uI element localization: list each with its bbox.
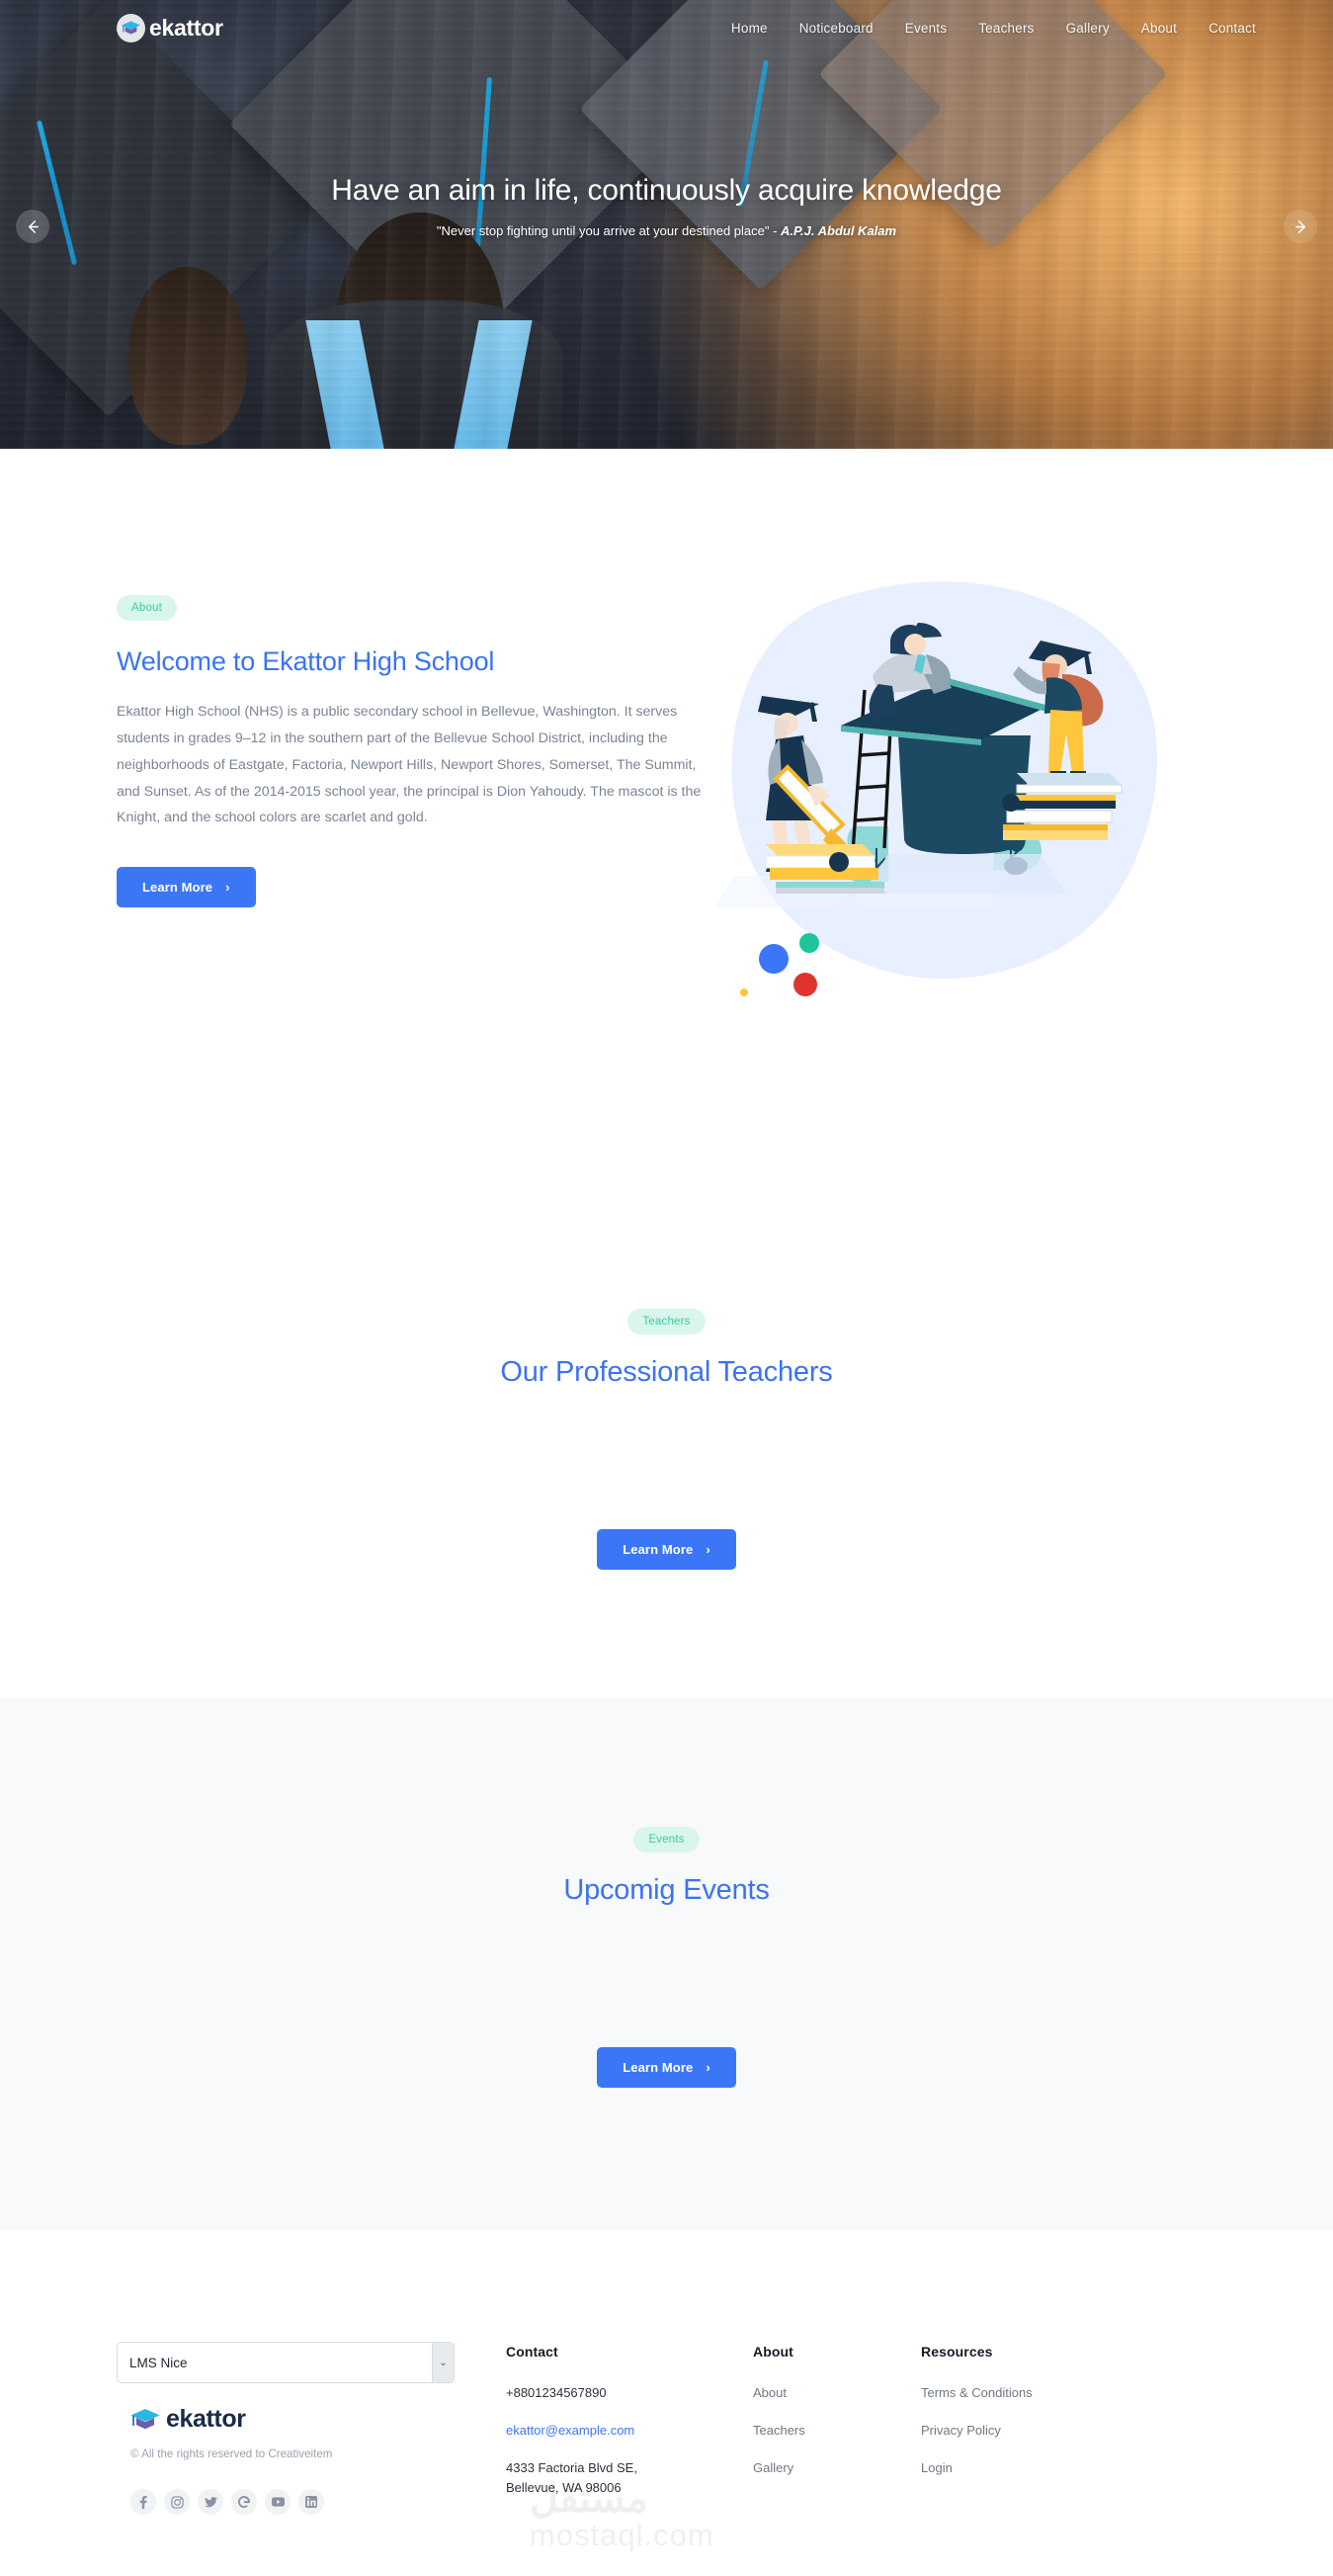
footer-copyright: © All the rights reserved to Creativeite… (130, 2447, 333, 2460)
instagram-icon[interactable] (164, 2489, 190, 2515)
linkedin-icon[interactable] (298, 2489, 324, 2515)
watermark-latin: mostaql.com (530, 2518, 714, 2552)
chevron-right-icon: › (706, 2060, 710, 2075)
events-button-wrap: Learn More › (0, 2012, 1333, 2088)
teachers-learn-more-button[interactable]: Learn More › (597, 1529, 736, 1570)
main-navigation: ekattor Home Noticeboard Events Teachers… (0, 0, 1333, 43)
graduation-cap-icon (117, 14, 145, 43)
about-learn-more-label: Learn More (142, 880, 213, 896)
hero-quote-text: "Never stop fighting until you arrive at… (436, 223, 782, 238)
about-section: About Welcome to Ekattor High School Eka… (0, 449, 1333, 1018)
footer-link-login[interactable]: Login (921, 2458, 1119, 2478)
carousel-prev-button[interactable] (16, 210, 49, 243)
about-title: Welcome to Ekattor High School (117, 646, 495, 676)
youtube-icon[interactable] (265, 2489, 291, 2515)
about-description: Ekattor High School (NHS) is a public se… (117, 704, 702, 826)
footer-link-gallery[interactable]: Gallery (753, 2458, 921, 2478)
footer-address-line-2: Bellevue, WA 98006 (506, 2480, 622, 2496)
about-illustration-column (714, 581, 1216, 1018)
nav-item-teachers[interactable]: Teachers (978, 21, 1034, 36)
footer-about-column: About About Teachers Gallery (753, 2342, 921, 2517)
facebook-icon[interactable] (130, 2489, 156, 2515)
brand-name: ekattor (149, 15, 223, 41)
arrow-left-icon (28, 219, 39, 233)
events-section-pill: Events (633, 1827, 700, 1852)
language-select-value: LMS Nice (129, 2355, 188, 2370)
events-learn-more-label: Learn More (623, 2060, 694, 2075)
teachers-section: Teachers Our Professional Teachers Learn… (0, 1018, 1333, 1698)
footer-address-line-1: 4333 Factoria Blvd SE, (506, 2460, 637, 2476)
site-footer: LMS Nice ⌄ ekattor © All the rights rese… (0, 2231, 1333, 2576)
footer-link-teachers[interactable]: Teachers (753, 2421, 921, 2441)
teachers-learn-more-label: Learn More (623, 1542, 694, 1557)
about-learn-more-button[interactable]: Learn More › (117, 867, 256, 908)
hero-title: Have an aim in life, continuously acquir… (331, 174, 1002, 207)
nav-item-about[interactable]: About (1141, 21, 1177, 36)
hero-quote-author: A.P.J. Abdul Kalam (781, 223, 897, 238)
footer-phone[interactable]: +8801234567890 (506, 2383, 753, 2403)
footer-link-terms[interactable]: Terms & Conditions (921, 2383, 1119, 2403)
nav-item-noticeboard[interactable]: Noticeboard (799, 21, 874, 36)
twitter-icon[interactable] (198, 2489, 223, 2515)
nav-item-gallery[interactable]: Gallery (1066, 21, 1110, 36)
footer-about-heading: About (753, 2344, 793, 2360)
events-learn-more-button[interactable]: Learn More › (597, 2047, 736, 2088)
events-section: Events Upcomig Events Learn More › (0, 1698, 1333, 2231)
social-links (117, 2489, 443, 2515)
about-text-column: About Welcome to Ekattor High School Eka… (117, 593, 714, 908)
teachers-title: Our Professional Teachers (500, 1356, 833, 1388)
footer-brand-column: LMS Nice ⌄ ekattor © All the rights rese… (117, 2342, 455, 2517)
about-section-pill: About (117, 595, 178, 621)
language-select[interactable]: LMS Nice ⌄ (117, 2342, 455, 2383)
footer-logo-text: ekattor (166, 2405, 246, 2433)
chevron-down-icon[interactable]: ⌄ (432, 2343, 454, 2382)
teachers-button-wrap: Learn More › (0, 1494, 1333, 1570)
footer-contact-column: Contact +8801234567890 ekattor@example.c… (506, 2342, 753, 2517)
footer-resources-heading: Resources (921, 2344, 993, 2360)
nav-item-home[interactable]: Home (731, 21, 768, 36)
chevron-right-icon: › (706, 1542, 710, 1557)
education-illustration (714, 581, 1158, 996)
nav-links: Home Noticeboard Events Teachers Gallery… (731, 21, 1256, 36)
brand-logo[interactable]: ekattor (117, 14, 223, 43)
nav-item-contact[interactable]: Contact (1208, 21, 1256, 36)
hero-banner: ekattor Home Noticeboard Events Teachers… (0, 0, 1333, 449)
footer-resources-column: Resources Terms & Conditions Privacy Pol… (921, 2342, 1119, 2517)
nav-item-events[interactable]: Events (905, 21, 947, 36)
teachers-section-pill: Teachers (627, 1309, 706, 1334)
footer-email[interactable]: ekattor@example.com (506, 2421, 753, 2441)
events-title: Upcomig Events (563, 1874, 770, 1906)
hero-quote: "Never stop fighting until you arrive at… (0, 223, 1333, 238)
carousel-next-button[interactable] (1284, 210, 1317, 243)
graduation-cap-icon (130, 2408, 160, 2429)
hero-content: Have an aim in life, continuously acquir… (0, 43, 1333, 238)
footer-link-about[interactable]: About (753, 2383, 921, 2403)
arrow-right-icon (1294, 219, 1305, 233)
footer-link-privacy[interactable]: Privacy Policy (921, 2421, 1119, 2441)
page-root: ekattor Home Noticeboard Events Teachers… (0, 0, 1333, 2576)
footer-contact-heading: Contact (506, 2344, 558, 2360)
chevron-right-icon: › (225, 880, 230, 896)
footer-logo[interactable]: ekattor (117, 2405, 443, 2434)
google-icon[interactable] (231, 2489, 257, 2515)
